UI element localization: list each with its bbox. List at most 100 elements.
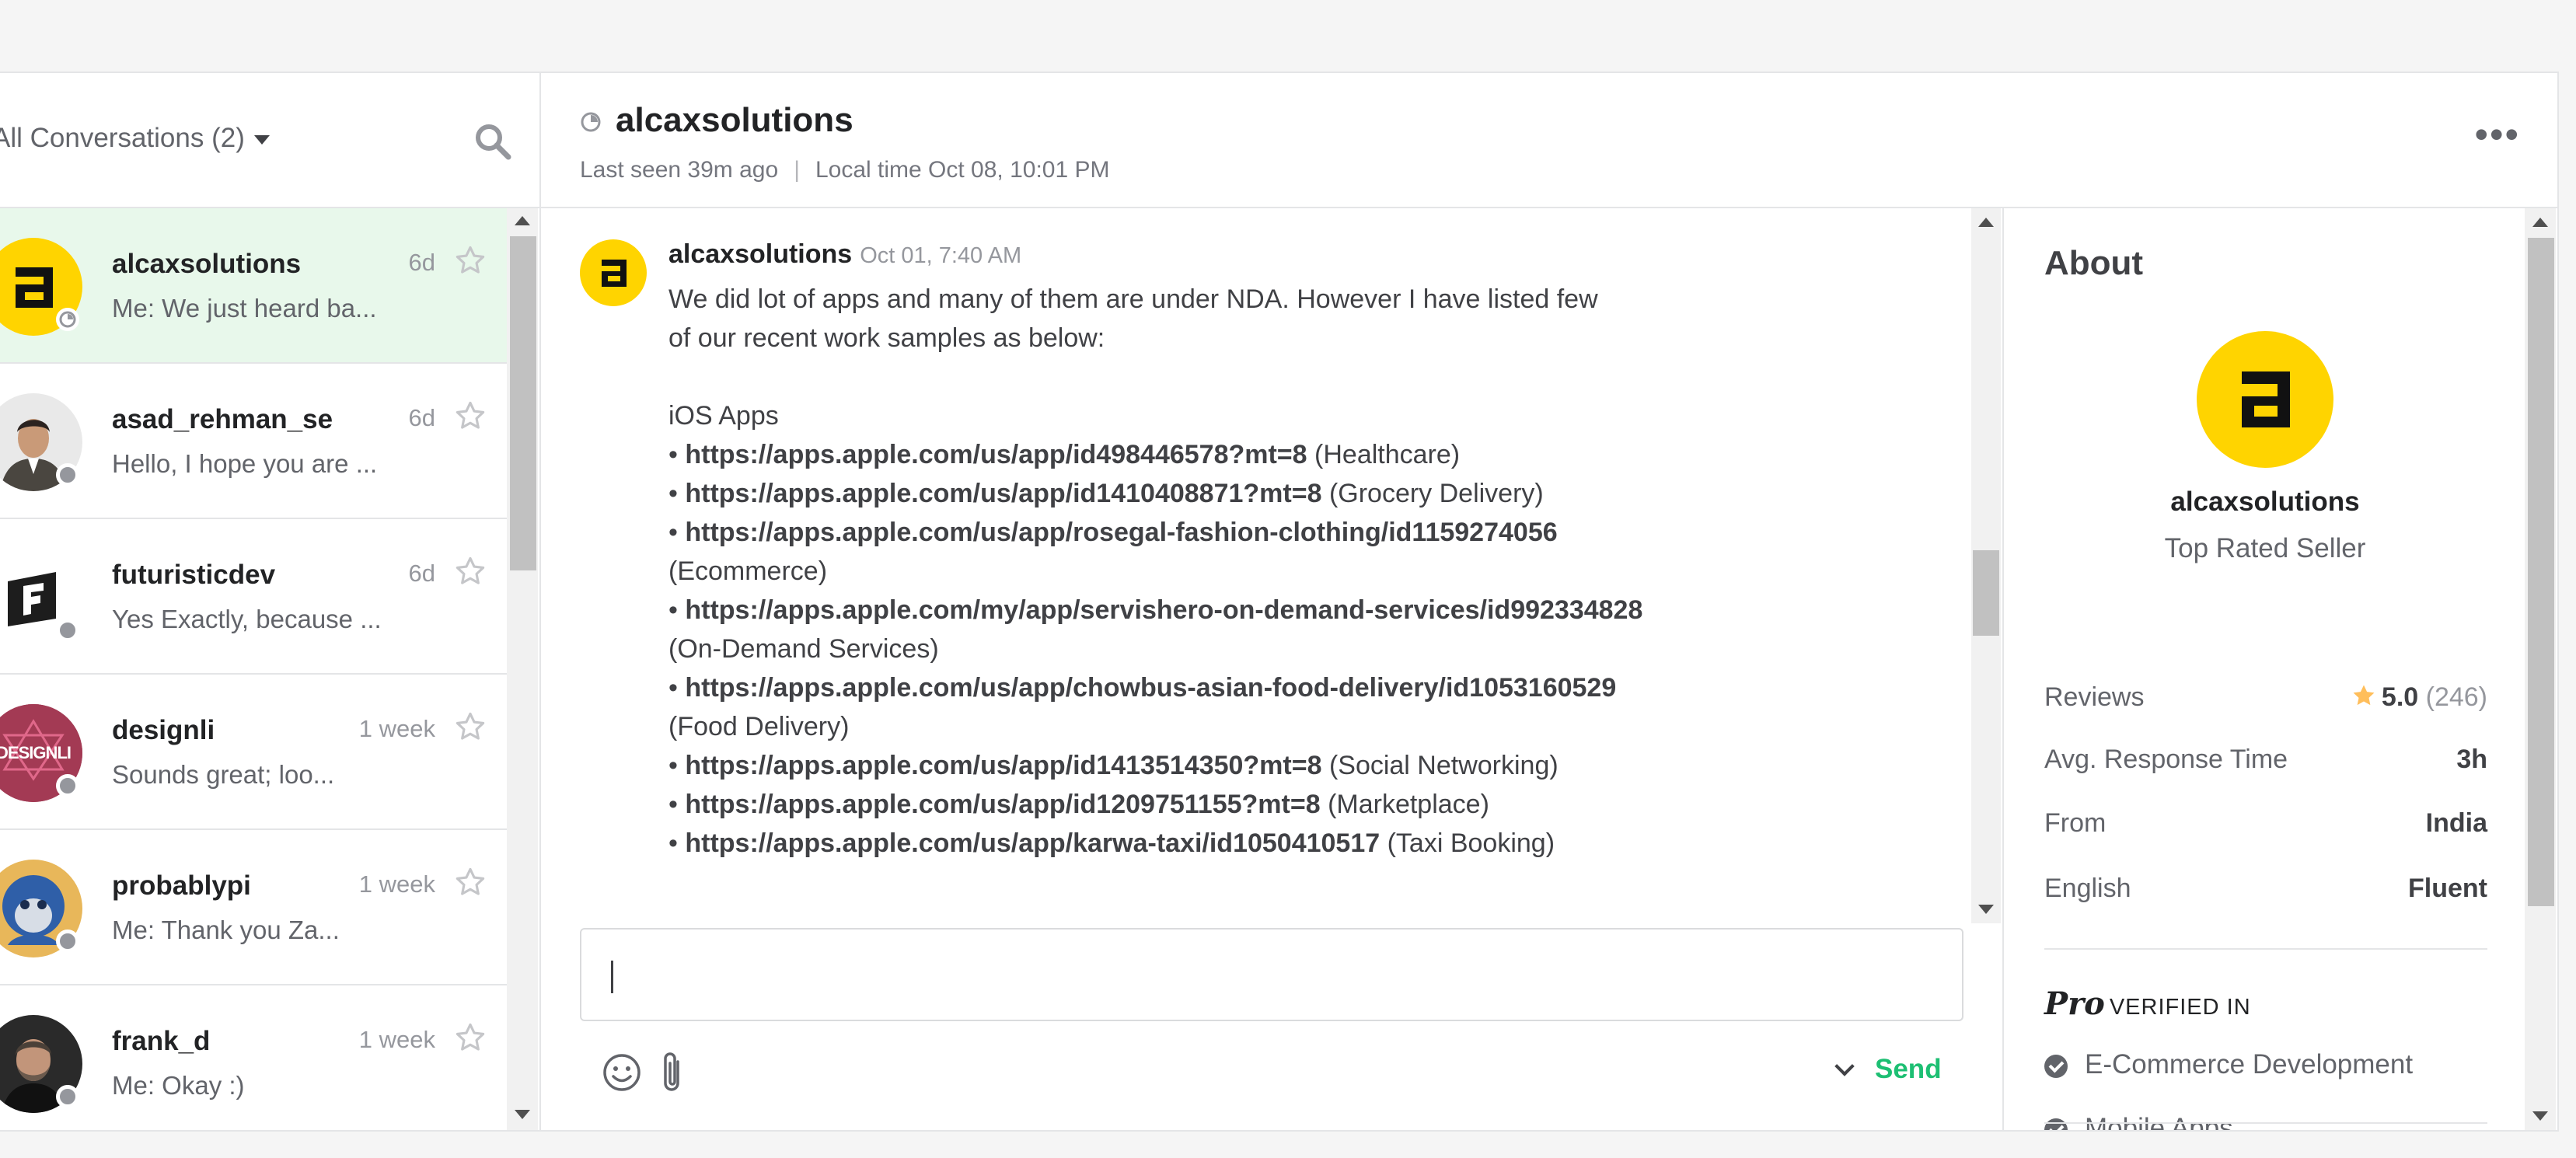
stat-value: Fluent xyxy=(2408,874,2487,903)
conversation-row-probablypi[interactable]: probablypi 1 week Me: Thank you Za... xyxy=(0,830,507,985)
search-icon xyxy=(476,124,511,160)
conversation-preview: Sounds great; loo... xyxy=(112,760,335,789)
app-link[interactable]: https://apps.apple.com/us/app/id12097511… xyxy=(685,790,1320,819)
app-list-item: • https://apps.apple.com/us/app/karwa-ta… xyxy=(668,828,1555,858)
offline-status-icon xyxy=(56,619,79,642)
conversation-preview: Me: We just heard ba... xyxy=(112,294,377,323)
stat-label: Avg. Response Time xyxy=(2044,745,2288,774)
chevron-down-icon[interactable] xyxy=(1834,1056,1855,1076)
star-icon[interactable] xyxy=(454,555,487,588)
conversation-list: alcaxsolutions 6d Me: We just heard ba..… xyxy=(0,208,507,1130)
app-link[interactable]: https://apps.apple.com/us/app/id14104088… xyxy=(685,479,1321,508)
verified-label: E-Commerce Development xyxy=(2085,1049,2414,1080)
scrollbar-thumb[interactable] xyxy=(1973,550,1999,636)
send-button[interactable]: Send xyxy=(1875,1054,1942,1084)
pro-logo: Pro xyxy=(2044,985,2105,1022)
attach-button[interactable] xyxy=(659,1051,686,1094)
check-circle-icon xyxy=(2044,1054,2068,1078)
app-link[interactable]: https://apps.apple.com/us/app/id14135143… xyxy=(685,751,1321,780)
scrollbar-thumb[interactable] xyxy=(510,236,536,570)
scroll-up-icon[interactable] xyxy=(515,216,530,225)
message-sender: alcaxsolutions xyxy=(668,239,853,269)
star-icon[interactable] xyxy=(454,1021,487,1054)
star-icon[interactable] xyxy=(454,710,487,743)
conversation-preview: Yes Exactly, because ... xyxy=(112,605,382,633)
star-icon[interactable] xyxy=(454,399,487,432)
conversation-username: designli xyxy=(112,715,215,745)
emoji-button[interactable] xyxy=(602,1052,642,1093)
pro-verified-text: VERIFIED IN xyxy=(2109,995,2251,1020)
conversation-row-designli[interactable]: DESIGNLI designli 1 week Sounds great; l… xyxy=(0,675,507,830)
conversation-username: asad_rehman_se xyxy=(112,404,333,434)
last-seen-text: Last seen 39m ago xyxy=(580,157,779,183)
message-header: alcaxsolutions Oct 01, 7:40 AM xyxy=(668,239,1021,270)
message-section-title: iOS Apps xyxy=(668,401,779,431)
more-options-button[interactable]: ••• xyxy=(2474,112,2520,157)
rating-count: (246) xyxy=(2425,682,2487,712)
star-icon[interactable] xyxy=(454,244,487,277)
paperclip-icon xyxy=(664,1052,679,1091)
app-link[interactable]: https://apps.apple.com/my/app/servishero… xyxy=(685,595,1642,625)
app-list-item: • https://apps.apple.com/us/app/id120975… xyxy=(668,790,1489,819)
scroll-up-icon[interactable] xyxy=(1978,218,1994,227)
designli-logo-text: DESIGNLI xyxy=(0,743,72,762)
app-link[interactable]: https://apps.apple.com/us/app/id49844657… xyxy=(685,440,1307,469)
app-link[interactable]: https://apps.apple.com/us/app/chowbus-as… xyxy=(685,673,1616,703)
conversation-scrollbar[interactable] xyxy=(507,208,538,1130)
about-heading: About xyxy=(2044,244,2144,282)
stat-label: Reviews xyxy=(2044,682,2145,712)
conversation-time: 1 week xyxy=(358,870,435,898)
app-category: (Marketplace) xyxy=(1328,790,1489,819)
conversation-preview: Me: Thank you Za... xyxy=(112,916,340,944)
message-time: Oct 01, 7:40 AM xyxy=(860,243,1022,268)
conversation-row-asad-rehman-se[interactable]: asad_rehman_se 6d Hello, I hope you are … xyxy=(0,364,507,519)
verified-item: E-Commerce Development xyxy=(2044,1049,2413,1080)
star-filled-icon xyxy=(2353,685,2375,706)
about-scrollbar[interactable] xyxy=(2525,208,2556,1130)
conversation-username: probablypi xyxy=(112,870,251,901)
conversation-time: 1 week xyxy=(358,715,435,742)
divider xyxy=(2044,948,2487,950)
stat-label: From xyxy=(2044,808,2107,838)
conversation-username: futuristicdev xyxy=(112,560,276,590)
conversation-username: alcaxsolutions xyxy=(112,249,302,279)
chat-meta: Last seen 39m ago | Local time Oct 08, 10:… xyxy=(580,157,1110,183)
stat-value: India xyxy=(2425,808,2487,838)
message-input[interactable] xyxy=(580,928,1963,1021)
conversation-time: 6d xyxy=(408,404,435,431)
search-button[interactable] xyxy=(471,120,515,163)
scroll-up-icon[interactable] xyxy=(2532,218,2548,227)
verified-item: Mobile Apps xyxy=(2044,1113,2233,1130)
offline-status-icon xyxy=(56,930,79,953)
meta-separator: | xyxy=(794,157,800,183)
conversation-row-futuristicdev[interactable]: futuristicdev 6d Yes Exactly, because ..… xyxy=(0,519,507,675)
seller-name[interactable]: alcaxsolutions xyxy=(2004,487,2525,518)
smiley-icon xyxy=(603,1054,641,1091)
conversation-filter-dropdown[interactable]: All Conversations (2) xyxy=(0,123,270,154)
caret-down-icon xyxy=(253,134,270,145)
pro-verified-heading: Pro VERIFIED IN xyxy=(2044,985,2251,1022)
away-status-icon xyxy=(56,308,79,331)
app-list-item: • https://apps.apple.com/us/app/rosegal-… xyxy=(668,518,1558,547)
conversation-preview: Hello, I hope you are ... xyxy=(112,449,378,478)
app-link[interactable]: https://apps.apple.com/us/app/karwa-taxi… xyxy=(685,828,1380,858)
app-link[interactable]: https://apps.apple.com/us/app/rosegal-fa… xyxy=(685,518,1557,547)
offline-status-icon xyxy=(56,1085,79,1108)
text-cursor xyxy=(611,961,613,993)
conversation-row-frank-d[interactable]: frank_d 1 week Me: Okay :) xyxy=(0,985,507,1130)
stat-value: 5.0 (246) xyxy=(2351,682,2487,713)
star-icon[interactable] xyxy=(454,866,487,898)
app-list-item: • https://apps.apple.com/us/app/id141351… xyxy=(668,751,1559,780)
conversation-row-alcaxsolutions[interactable]: alcaxsolutions 6d Me: We just heard ba..… xyxy=(0,208,507,364)
scroll-down-icon[interactable] xyxy=(515,1110,530,1119)
verified-label: Mobile Apps xyxy=(2085,1113,2233,1130)
conversation-header: All Conversations (2) xyxy=(0,73,539,208)
scroll-down-icon[interactable] xyxy=(2532,1111,2548,1121)
app-list-item: • https://apps.apple.com/my/app/servishe… xyxy=(668,595,1643,625)
conversation-pane: All Conversations (2) alcaxsolutions 6d … xyxy=(0,73,541,1130)
seller-level: Top Rated Seller xyxy=(2164,533,2366,563)
scroll-down-icon[interactable] xyxy=(1978,905,1994,914)
message-scrollbar[interactable] xyxy=(1971,208,2001,923)
scrollbar-thumb[interactable] xyxy=(2528,238,2554,906)
away-status-icon xyxy=(581,112,601,132)
